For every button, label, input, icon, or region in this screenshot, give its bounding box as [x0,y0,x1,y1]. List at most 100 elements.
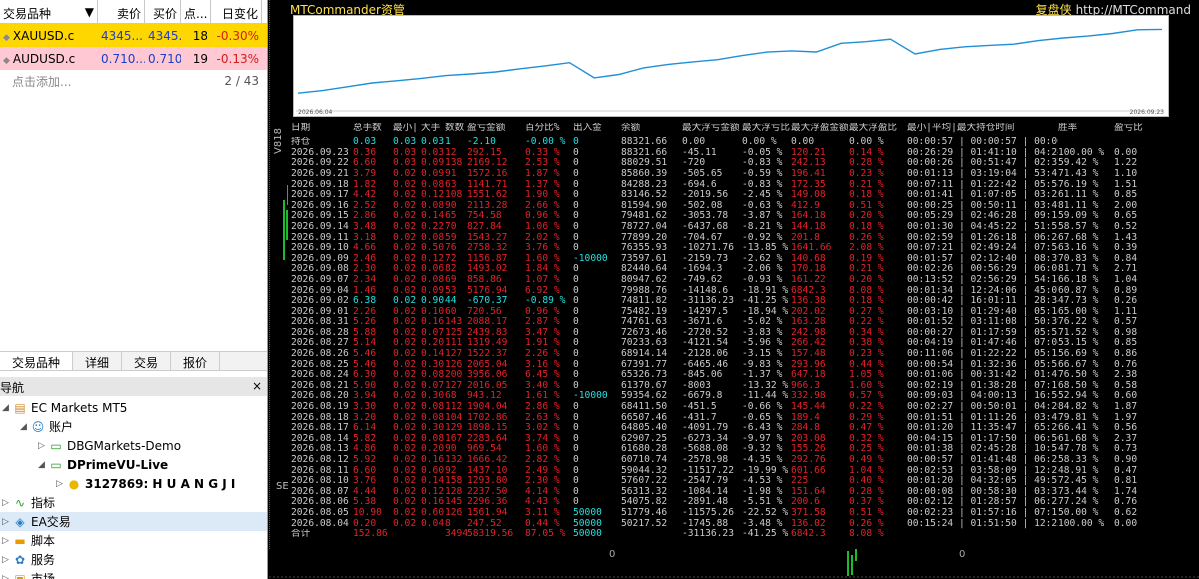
navigator-title: 导航 [0,381,25,395]
add-symbol-row[interactable]: 点击添加... 2 / 43 [0,70,267,92]
table-row[interactable]: 2026.08.24 6.30 0.02 0.08200 3956.06 6.45 % 0 6… [291,370,1150,381]
nav-item-label: EC Markets MT5 [31,400,128,415]
add-symbol-label[interactable]: 点击添加... [12,73,71,90]
expand-icon[interactable]: ▷ [2,536,12,546]
tab-details[interactable]: 详细 [73,352,123,370]
tab-trading[interactable]: 交易 [122,352,172,370]
cell: 0.20 [421,338,445,349]
nav-item[interactable]: ▷ ▭ DBGMarkets-Demo [0,436,267,455]
nav-item[interactable]: ◢ ▤ EC Markets MT5 [0,398,267,417]
table-row[interactable]: 2026.09.04 1.46 0.02 0.0953 5176.94 6.92 % 0 79… [291,286,1150,297]
table-row[interactable]: 2026.08.14 5.82 0.02 0.08167 2283.64 3.74 % 0 6… [291,434,1150,445]
bid-value: 0.710... [101,51,145,66]
symbol-row[interactable]: ◆XAUUSD.c4345...4345...18-0.30% [0,24,267,47]
table-row[interactable]: 2026.08.05 10.90 0.02 0.60126 1561.94 3.11 % 5… [291,508,1150,519]
table-row[interactable]: 2026.09.10 4.66 0.02 0.5076 2758.32 3.76 % 0 76… [291,243,1150,254]
cell: -0.00 % [525,137,566,148]
expand-icon[interactable]: ▷ [56,479,66,489]
nav-item[interactable]: ▷ ▬ 脚本 [0,531,267,550]
table-row[interactable]: 2026.09.15 2.86 0.02 0.1465 754.58 0.96 % 0 794… [291,211,1150,222]
nav-item[interactable]: ▷ ✿ 服务 [0,550,267,569]
table-row[interactable]: 2026.08.04 0.20 0.02 0.048 247.52 0.44 % 50000… [291,519,1150,530]
expand-icon[interactable]: ▷ [2,574,12,579]
table-row[interactable]: 2026.09.23 0.36 0.03 0.0312 292.15 0.33 % 0 883… [291,148,1150,159]
cell: 1.06 % [525,221,560,232]
expand-icon[interactable]: ◢ [2,403,12,413]
table-row[interactable]: 2026.08.20 3.94 0.02 0.3068 943.12 1.61 % -100… [291,391,1150,402]
table-row[interactable]: 2026.08.13 4.86 0.02 0.2090 969.54 1.60 % 0 616… [291,444,1150,455]
cell: 1293.80 [467,476,508,487]
cell: 144.18 [791,221,826,232]
cell: 1.87 [1114,402,1138,413]
cell: 66.41 % [1058,423,1099,434]
cell: 0 [573,200,579,211]
cell: 2026.08.26 [291,349,349,360]
table-row[interactable]: 2026.09.01 2.26 0.02 0.1060 720.56 0.96 % 0 754… [291,307,1150,318]
tab-ticks[interactable]: 报价 [171,352,221,370]
table-row[interactable]: 2026.08.10 3.76 0.02 0.14158 1293.80 2.30 % 0 5… [291,476,1150,487]
expand-icon[interactable]: ▷ [2,517,12,527]
table-row[interactable]: 2026.09.11 3.18 0.02 0.0859 1543.27 2.02 % 0 77… [291,233,1150,244]
cell: 0.02 [393,338,417,349]
nav-item[interactable]: ▷ ∿ 指标 [0,493,267,512]
table-row[interactable]: 2026.08.06 5.38 0.02 0.16145 2296.36 4.43 % 0 5… [291,497,1150,508]
table-row[interactable]: 2026.09.18 1.82 0.02 0.0863 1141.71 1.37 % 0 84… [291,180,1150,191]
cell: 00:00:57 | 00:00:57 | 00:00:57 [907,137,1058,148]
tab-symbols[interactable]: 交易品种 [0,352,74,370]
cell: 0.04 [421,518,445,529]
cell: 53.15 % [1058,338,1099,349]
nav-item[interactable]: ▷ ● 3127869: H U A N G J I [0,474,267,493]
col-spread[interactable]: 点... [181,0,211,23]
expand-icon[interactable]: ▷ [38,441,48,451]
expand-icon[interactable]: ◢ [38,460,48,470]
table-row[interactable]: 2026.08.11 6.60 0.02 0.6092 1437.10 2.49 % 0 59… [291,466,1150,477]
cell: 5.26 [353,317,377,328]
nav-item[interactable]: ◢ ☺ 账户 [0,417,267,436]
table-row[interactable]: 2026.09.17 4.42 0.02 0.12108 1551.62 1.90 % 0 8… [291,190,1150,201]
nav-item[interactable]: ▷ ▣ 市场 [0,569,267,579]
bottom-strip: 0 0 [269,549,1199,579]
table-row[interactable]: 2026.08.12 5.92 0.02 0.16132 1666.42 2.82 % 0 6… [291,455,1150,466]
cell: -2891.48 [682,497,729,508]
table-row[interactable]: 2026.09.14 3.48 0.02 0.2270 827.84 1.06 % 0 787… [291,222,1150,233]
table-row[interactable]: 2026.08.07 4.44 0.02 0.12128 2237.50 4.14 % 0 5… [291,487,1150,498]
symbol-cell: ◆ XAUUSD.c [0,29,98,43]
table-row[interactable]: 2026.08.27 5.14 0.02 0.20111 1319.49 1.91 % 0 7… [291,338,1150,349]
col-symbol[interactable]: 交易品种 ▼ [0,0,98,23]
cell: -0.59 % [742,168,783,179]
table-row[interactable]: 2026.08.18 3.20 0.02 0.08104 1702.86 2.63 % 0 6… [291,413,1150,424]
table-row[interactable]: 2026.08.25 5.46 0.02 0.30126 2065.04 3.16 % 0 6… [291,360,1150,371]
table-row[interactable]: 2026.09.02 6.38 0.02 0.9044 -670.37 -0.89 % 0 7… [291,296,1150,307]
cell: 88029.51 [621,158,668,169]
close-icon[interactable]: × [252,379,262,396]
table-row[interactable]: 2026.08.31 5.26 0.02 0.16143 2088.17 2.87 % 0 7… [291,317,1150,328]
expand-icon[interactable]: ▷ [2,498,12,508]
nav-item-label: 服务 [31,553,56,567]
table-row[interactable]: 2026.09.08 2.30 0.02 0.0682 1493.02 1.84 % 0 82… [291,264,1150,275]
cell: 0.38 % [849,338,884,349]
nav-item[interactable]: ◢ ▭ DPrimeVU-Live [0,455,267,474]
table-row[interactable]: 2026.09.21 3.79 0.02 0.0991 1572.16 1.87 % 0 85… [291,169,1150,180]
table-row[interactable]: 2026.08.21 5.90 0.02 0.07127 2016.05 3.40 % 0 6… [291,381,1150,392]
table-row[interactable]: 2026.09.16 2.52 0.02 0.0890 2113.28 2.66 % 0 81… [291,201,1150,212]
table-row[interactable]: 2026.09.07 2.34 0.02 0.0869 858.86 1.07 % 0 809… [291,275,1150,286]
table-row[interactable]: 2026.08.28 5.88 0.02 0.07125 2439.83 3.47 % 0 7… [291,328,1150,339]
col-bid[interactable]: 卖价 [98,0,145,23]
cell: 203.08 [791,433,826,444]
col-change[interactable]: 日变化 [211,0,262,23]
table-row[interactable]: 2026.08.17 6.14 0.02 0.30129 1898.15 3.02 % 0 6… [291,423,1150,434]
chart-label-se: SE [276,481,289,492]
col-ask[interactable]: 买价 [145,0,181,23]
table-row[interactable]: 2026.09.09 2.46 0.02 0.1272 1156.87 1.60 % -10… [291,254,1150,265]
cell: 00:07:21 | 02:49:24 | 07:54:38 [907,243,1058,254]
expand-icon[interactable]: ▷ [2,555,12,565]
nav-item[interactable]: ▷ ◈ EA交易 [0,512,267,531]
table-row[interactable]: 2026.08.26 5.46 0.02 0.14127 1522.37 2.26 % 0 6… [291,349,1150,360]
nav-item-label: DPrimeVU-Live [67,457,169,472]
expand-icon[interactable]: ◢ [20,422,30,432]
table-row[interactable]: 2026.08.19 3.30 0.02 0.08112 1904.04 2.86 % 0 6… [291,402,1150,413]
table-row[interactable]: 2026.09.22 6.60 0.03 0.09138 2169.12 2.53 % 0 8… [291,158,1150,169]
symbol-row[interactable]: ◆AUDUSD.c0.710...0.710...19-0.13% [0,47,267,70]
cell: 4.44 [353,486,377,497]
cell: 1437.10 [467,465,508,476]
